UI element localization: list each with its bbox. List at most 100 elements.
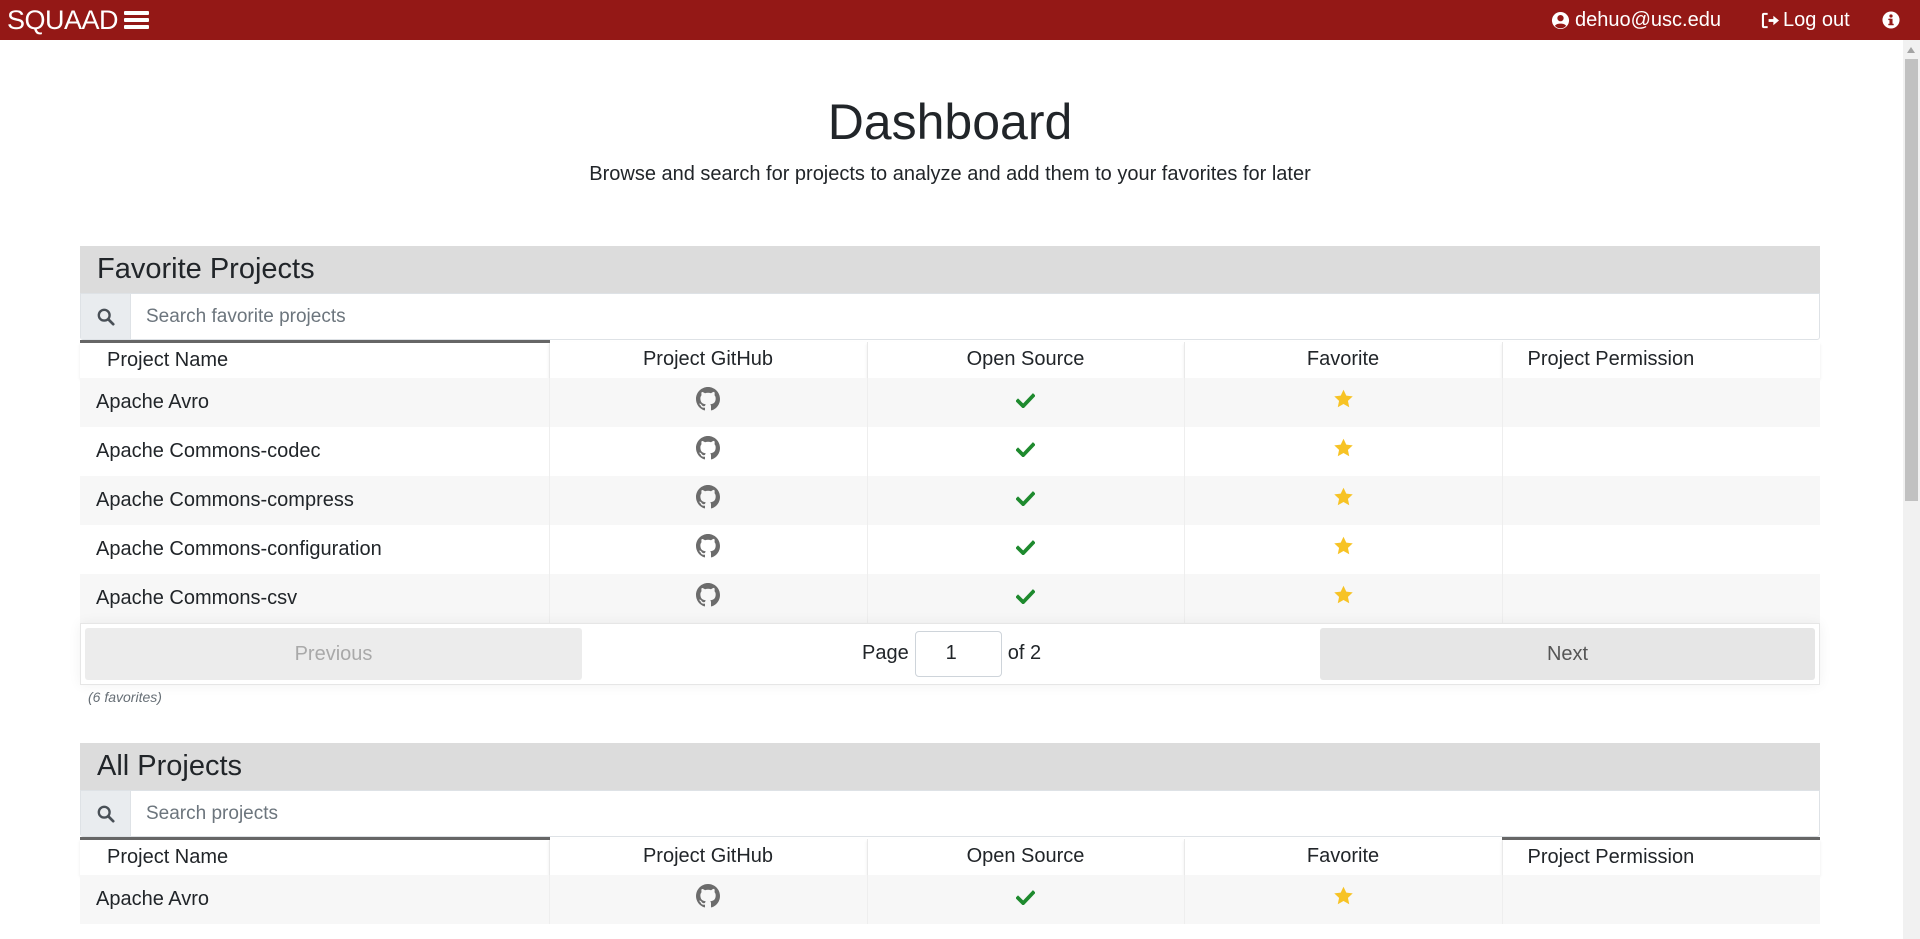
open-source-cell [867,573,1185,623]
open-source-cell [867,874,1185,924]
check-icon [1015,440,1036,463]
column-header-favorite[interactable]: Favorite [1184,341,1503,378]
github-cell [549,426,868,476]
open-source-cell [867,524,1185,574]
favorite-cell [1184,426,1503,476]
search-icon [81,791,131,836]
column-header-favorite[interactable]: Favorite [1184,838,1503,875]
table-header-row: Project Name Project GitHub Open Source … [80,340,1820,378]
page-indicator: Page of 2 [862,630,1041,677]
permission-cell [1502,573,1820,623]
check-icon [1015,538,1036,561]
previous-page-button[interactable]: Previous [85,627,582,680]
open-source-cell [867,426,1185,476]
project-name-cell: Apache Avro [80,377,550,427]
projects-search-bar [80,790,1820,837]
column-header-open-source[interactable]: Open Source [867,341,1185,378]
table-row[interactable]: Apache Avro [80,874,1820,924]
projects-search-input[interactable] [131,791,1819,836]
table-row[interactable]: Apache Commons-configuration [80,524,1820,574]
project-name-cell: Apache Commons-configuration [80,524,550,574]
search-icon [81,294,131,339]
scroll-up-arrow-icon[interactable] [1907,47,1915,53]
permission-cell [1502,524,1820,574]
github-icon[interactable] [696,534,720,564]
favorite-cell [1184,475,1503,525]
column-header-project-github[interactable]: Project GitHub [549,838,868,875]
page-label: Page [862,642,909,664]
favorites-count-note: (6 favorites) [88,688,162,705]
column-header-project-name[interactable]: Project Name [80,837,550,875]
star-icon[interactable] [1333,389,1354,415]
all-projects-section: All Projects Project Name Project GitHub… [80,743,1820,924]
favorite-cell [1184,573,1503,623]
page-number-input[interactable] [914,630,1002,677]
permission-cell [1502,377,1820,427]
section-heading: Favorite Projects [80,246,1820,293]
github-cell [549,475,868,525]
open-source-cell [867,475,1185,525]
favorite-projects-section: Favorite Projects Project Name Project G… [80,246,1820,705]
favorites-pagination: Previous Page of 2 Next [80,622,1820,685]
logout-button[interactable]: Log out [1761,0,1850,40]
star-icon[interactable] [1333,585,1354,611]
github-cell [549,524,868,574]
page-scrollbar[interactable] [1903,40,1920,939]
brand-link[interactable]: SQUAAD [7,4,150,36]
favorites-table: Project Name Project GitHub Open Source … [80,340,1820,623]
github-icon[interactable] [696,583,720,613]
star-icon[interactable] [1333,487,1354,513]
column-header-project-github[interactable]: Project GitHub [549,341,868,378]
project-name-cell: Apache Commons-csv [80,573,550,623]
favorites-search-bar [80,293,1820,340]
page-subtitle: Browse and search for projects to analyz… [589,163,1311,185]
github-icon[interactable] [696,436,720,466]
page-title: Dashboard [827,94,1073,150]
github-cell [549,874,868,924]
github-cell [549,377,868,427]
column-header-project-name[interactable]: Project Name [80,340,550,378]
permission-cell [1502,874,1820,924]
check-icon [1015,888,1036,911]
hamburger-menu-icon[interactable] [124,10,150,30]
sign-out-icon [1761,12,1779,28]
table-row[interactable]: Apache Commons-csv [80,573,1820,623]
user-circle-icon [1551,11,1570,29]
logout-label: Log out [1783,8,1850,31]
column-header-project-permission[interactable]: Project Permission [1502,341,1820,378]
all-projects-table: Project Name Project GitHub Open Source … [80,837,1820,924]
check-icon [1015,489,1036,512]
favorite-cell [1184,524,1503,574]
column-header-project-permission[interactable]: Project Permission [1502,837,1820,875]
next-page-button[interactable]: Next [1320,627,1815,680]
info-button[interactable] [1882,0,1900,40]
favorite-cell [1184,377,1503,427]
column-header-open-source[interactable]: Open Source [867,838,1185,875]
permission-cell [1502,426,1820,476]
section-heading: All Projects [80,743,1820,790]
open-source-cell [867,377,1185,427]
brand-name: SQUAAD [7,4,119,35]
github-cell [549,573,868,623]
star-icon[interactable] [1333,438,1354,464]
table-header-row: Project Name Project GitHub Open Source … [80,837,1820,875]
star-icon[interactable] [1333,886,1354,912]
star-icon[interactable] [1333,536,1354,562]
top-navbar: SQUAAD dehuo@usc.edu Log out [0,0,1920,40]
table-row[interactable]: Apache Avro [80,377,1820,427]
github-icon[interactable] [696,387,720,417]
github-icon[interactable] [696,884,720,914]
check-icon [1015,391,1036,414]
user-account-link[interactable]: dehuo@usc.edu [1551,0,1721,40]
favorites-search-input[interactable] [131,294,1819,339]
table-row[interactable]: Apache Commons-codec [80,426,1820,476]
favorite-cell [1184,874,1503,924]
check-icon [1015,587,1036,610]
info-circle-icon [1882,11,1900,29]
table-row[interactable]: Apache Commons-compress [80,475,1820,525]
user-email: dehuo@usc.edu [1575,8,1721,31]
permission-cell [1502,475,1820,525]
project-name-cell: Apache Avro [80,874,550,924]
github-icon[interactable] [696,485,720,515]
scrollbar-thumb[interactable] [1905,59,1918,501]
